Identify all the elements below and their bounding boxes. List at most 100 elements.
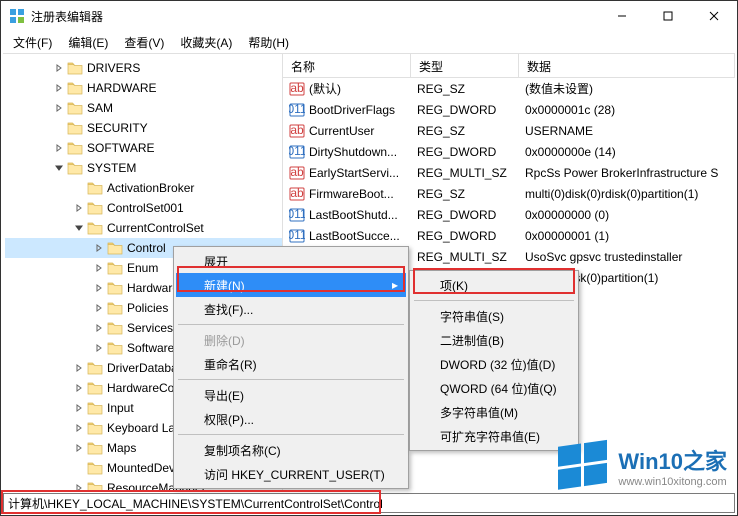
list-row[interactable]: abEarlyStartServi...REG_MULTI_SZRpcSs Po…	[283, 162, 735, 183]
tree-item[interactable]: SAM	[5, 98, 282, 118]
list-row[interactable]: 011LastBootSucce...REG_DWORD0x00000001 (…	[283, 225, 735, 246]
folder-icon	[67, 101, 83, 115]
tree-item[interactable]: ControlSet001	[5, 198, 282, 218]
value-data: 0x00000000 (0)	[519, 208, 735, 222]
svg-text:ab: ab	[290, 165, 304, 179]
list-row[interactable]: abFirmwareBoot...REG_SZmulti(0)disk(0)rd…	[283, 183, 735, 204]
menu-file[interactable]: 文件(F)	[5, 32, 60, 53]
chevron-right-icon[interactable]	[73, 442, 85, 454]
window-title: 注册表编辑器	[31, 8, 599, 25]
ctx-copykey[interactable]: 复制项名称(C)	[176, 438, 406, 462]
ctx-delete[interactable]: 删除(D)	[176, 328, 406, 352]
folder-icon	[87, 181, 103, 195]
col-data[interactable]: 数据	[519, 54, 735, 77]
binary-value-icon: 011	[289, 228, 305, 244]
menu-favorites[interactable]: 收藏夹(A)	[172, 32, 240, 53]
tree-item[interactable]: HARDWARE	[5, 78, 282, 98]
chevron-right-icon[interactable]	[53, 62, 65, 74]
col-type[interactable]: 类型	[411, 54, 519, 77]
value-data: UsoSvc gpsvc trustedinstaller	[519, 250, 735, 264]
tree-label: DRIVERS	[87, 61, 140, 75]
list-row[interactable]: 011BootDriverFlagsREG_DWORD0x0000001c (2…	[283, 99, 735, 120]
ctx-find[interactable]: 查找(F)...	[176, 297, 406, 321]
chevron-right-icon[interactable]	[53, 82, 65, 94]
chevron-right-icon[interactable]	[73, 482, 85, 491]
svg-text:011: 011	[289, 228, 305, 242]
value-name: EarlyStartServi...	[309, 166, 399, 180]
separator	[178, 324, 404, 325]
list-row[interactable]: 011LastBootShutd...REG_DWORD0x00000000 (…	[283, 204, 735, 225]
ctx-new-string[interactable]: 字符串值(S)	[412, 304, 576, 328]
tree-label: ActivationBroker	[107, 181, 194, 195]
tree-label: Input	[107, 401, 134, 415]
close-button[interactable]	[691, 1, 737, 31]
tree-item[interactable]: SOFTWARE	[5, 138, 282, 158]
separator	[178, 434, 404, 435]
ctx-new[interactable]: 新建(N)▸	[176, 273, 406, 297]
folder-icon	[87, 201, 103, 215]
ctx-new-multi[interactable]: 多字符串值(M)	[412, 400, 576, 424]
folder-icon	[67, 121, 83, 135]
tree-item[interactable]: CurrentControlSet	[5, 218, 282, 238]
list-row[interactable]: 011DirtyShutdown...REG_DWORD0x0000000e (…	[283, 141, 735, 162]
chevron-right-icon[interactable]	[53, 142, 65, 154]
svg-text:011: 011	[289, 207, 305, 221]
chevron-right-icon[interactable]	[73, 382, 85, 394]
value-name: LastBootSucce...	[309, 229, 400, 243]
chevron-right-icon[interactable]	[93, 322, 105, 334]
menu-view[interactable]: 查看(V)	[116, 32, 172, 53]
ctx-expand[interactable]: 展开	[176, 249, 406, 273]
chevron-right-icon[interactable]	[93, 342, 105, 354]
minimize-button[interactable]	[599, 1, 645, 31]
chevron-right-icon[interactable]	[73, 422, 85, 434]
menubar: 文件(F) 编辑(E) 查看(V) 收藏夹(A) 帮助(H)	[1, 31, 737, 53]
chevron-right-icon[interactable]	[53, 102, 65, 114]
binary-value-icon: 011	[289, 144, 305, 160]
chevron-down-icon[interactable]	[53, 162, 65, 174]
tree-item[interactable]: SYSTEM	[5, 158, 282, 178]
folder-icon	[107, 261, 123, 275]
value-data: 0x0000000e (14)	[519, 145, 735, 159]
chevron-right-icon[interactable]	[73, 362, 85, 374]
ctx-new-qword[interactable]: QWORD (64 位)值(Q)	[412, 376, 576, 400]
list-row[interactable]: ab(默认)REG_SZ(数值未设置)	[283, 78, 735, 99]
chevron-right-icon[interactable]	[73, 202, 85, 214]
ctx-new-key[interactable]: 项(K)	[412, 273, 576, 297]
ctx-rename[interactable]: 重命名(R)	[176, 352, 406, 376]
folder-icon	[107, 241, 123, 255]
chevron-right-icon[interactable]	[73, 402, 85, 414]
app-icon	[9, 8, 25, 24]
value-data: RpcSs Power BrokerInfrastructure S	[519, 166, 735, 180]
value-type: REG_SZ	[411, 82, 519, 96]
ctx-new-binary[interactable]: 二进制值(B)	[412, 328, 576, 352]
tree-item[interactable]: DRIVERS	[5, 58, 282, 78]
folder-icon	[87, 421, 103, 435]
address-bar[interactable]: 计算机\HKEY_LOCAL_MACHINE\SYSTEM\CurrentCon…	[3, 493, 735, 513]
folder-icon	[67, 161, 83, 175]
list-row[interactable]: abCurrentUserREG_SZUSERNAME	[283, 120, 735, 141]
chevron-right-icon[interactable]	[93, 262, 105, 274]
col-name[interactable]: 名称	[283, 54, 411, 77]
chevron-right-icon[interactable]	[93, 242, 105, 254]
ctx-new-dword[interactable]: DWORD (32 位)值(D)	[412, 352, 576, 376]
tree-label: Enum	[127, 261, 158, 275]
value-type: REG_DWORD	[411, 103, 519, 117]
value-name: CurrentUser	[309, 124, 374, 138]
maximize-button[interactable]	[645, 1, 691, 31]
tree-item[interactable]: SECURITY	[5, 118, 282, 138]
folder-icon	[87, 441, 103, 455]
ctx-export[interactable]: 导出(E)	[176, 383, 406, 407]
ctx-goto[interactable]: 访问 HKEY_CURRENT_USER(T)	[176, 462, 406, 486]
chevron-right-icon[interactable]	[93, 302, 105, 314]
value-type: REG_MULTI_SZ	[411, 250, 519, 264]
tree-item[interactable]: ActivationBroker	[5, 178, 282, 198]
folder-icon	[107, 321, 123, 335]
ctx-new-expand[interactable]: 可扩充字符串值(E)	[412, 424, 576, 448]
menu-help[interactable]: 帮助(H)	[240, 32, 297, 53]
ctx-permissions[interactable]: 权限(P)...	[176, 407, 406, 431]
binary-value-icon: 011	[289, 102, 305, 118]
menu-edit[interactable]: 编辑(E)	[60, 32, 116, 53]
tree-label: SAM	[87, 101, 113, 115]
chevron-down-icon[interactable]	[73, 222, 85, 234]
chevron-right-icon[interactable]	[93, 282, 105, 294]
